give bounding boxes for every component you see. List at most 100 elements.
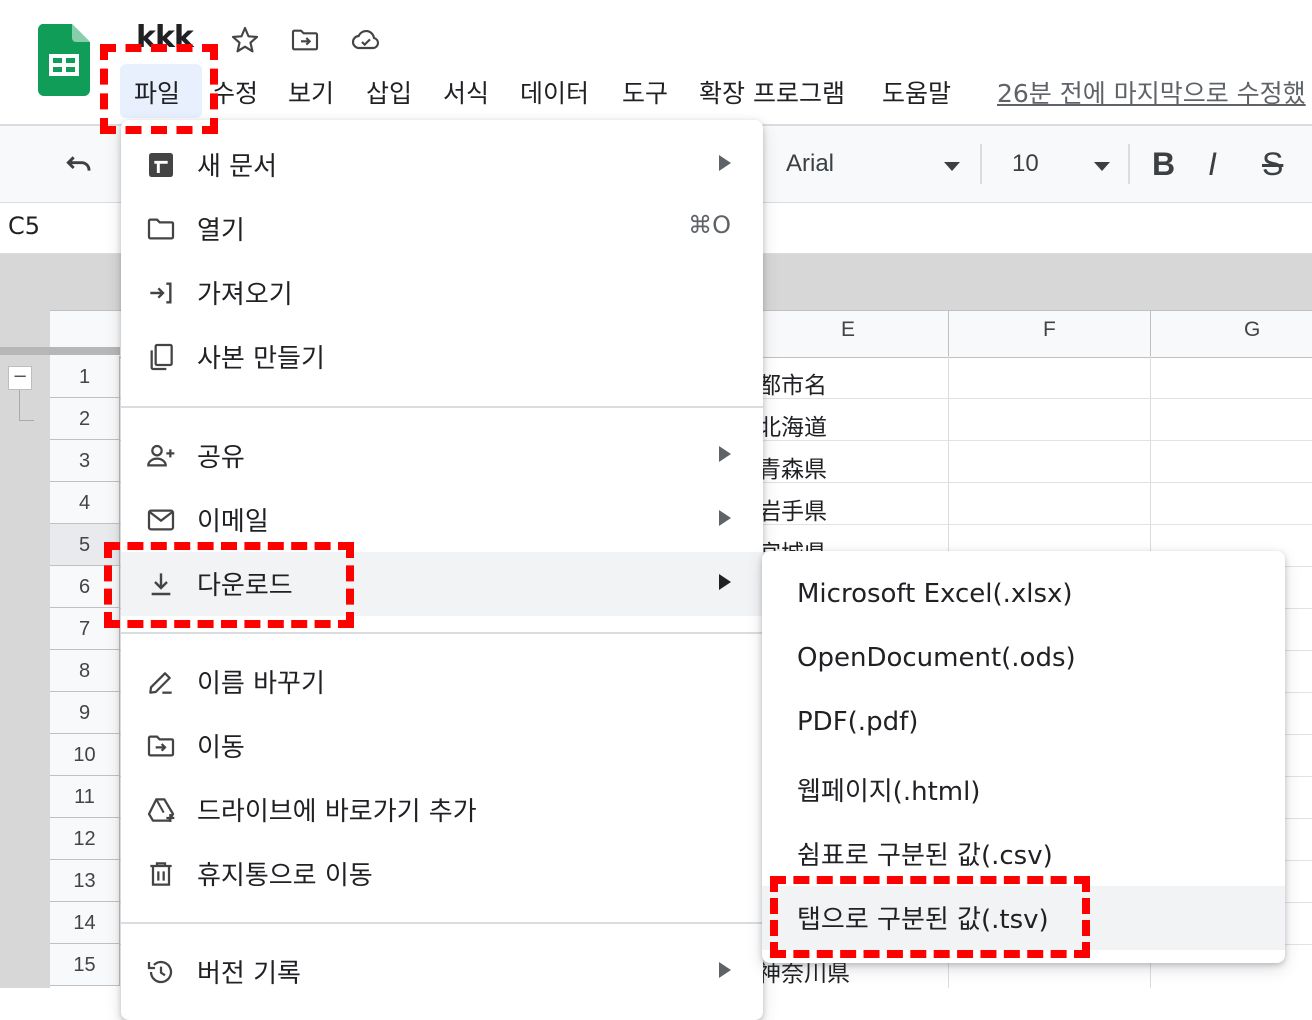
font-size-select[interactable]: 10 <box>1012 150 1039 178</box>
file-menu-label: 이름 바꾸기 <box>197 669 325 699</box>
menu-edit[interactable]: 수정 <box>212 74 258 110</box>
trash-icon <box>145 858 177 890</box>
file-menu-label: 사본 만들기 <box>197 344 325 374</box>
menu-format[interactable]: 서식 <box>443 74 489 110</box>
menu-view[interactable]: 보기 <box>288 74 334 110</box>
drive-shortcut-icon <box>145 794 177 826</box>
cell-e5[interactable]: 宮城県 <box>758 534 827 552</box>
download-option-ods[interactable]: OpenDocument(.ods) <box>762 630 1285 694</box>
row-header[interactable]: 9 <box>50 692 120 734</box>
file-menu-item-rename[interactable]: 이름 바꾸기 <box>121 650 763 714</box>
menu-separator <box>121 406 763 408</box>
menu-tools[interactable]: 도구 <box>622 74 668 110</box>
cloud-saved-icon[interactable] <box>348 24 382 56</box>
annotation-box-file-menu <box>100 44 218 134</box>
undo-icon[interactable] <box>60 148 98 184</box>
file-menu-label: 새 문서 <box>197 152 278 182</box>
column-divider <box>948 310 949 356</box>
download-option-label: 쉼표로 구분된 값(.csv) <box>797 841 1053 871</box>
menu-help[interactable]: 도움말 <box>882 74 951 110</box>
file-menu-label: 가져오기 <box>197 280 293 310</box>
download-option-label: OpenDocument(.ods) <box>797 643 1076 673</box>
column-header-g[interactable]: G <box>1244 318 1260 342</box>
submenu-arrow-icon <box>719 574 731 590</box>
download-option-label: PDF(.pdf) <box>797 707 919 737</box>
annotation-box-download <box>104 542 354 628</box>
file-menu-item-trash[interactable]: 휴지통으로 이동 <box>121 842 763 906</box>
menu-data[interactable]: 데이터 <box>520 74 589 110</box>
cell-e1[interactable]: 都市名 <box>758 366 827 400</box>
submenu-arrow-icon <box>719 962 731 978</box>
row-header[interactable]: 1 <box>50 356 120 398</box>
column-divider <box>1150 310 1151 356</box>
rename-pen-icon <box>145 666 177 698</box>
file-menu-label: 버전 기록 <box>197 959 301 989</box>
row-header[interactable]: 2 <box>50 398 120 440</box>
shortcut-text: ⌘O <box>688 211 731 239</box>
last-edit-link[interactable]: 26분 전에 마지막으로 수정했 <box>997 74 1306 110</box>
menu-insert[interactable]: 삽입 <box>366 74 412 110</box>
import-icon <box>145 277 177 309</box>
cell-e3[interactable]: 青森県 <box>758 450 827 484</box>
column-header-e[interactable]: E <box>841 318 855 342</box>
file-menu-label: 드라이브에 바로가기 추가 <box>197 797 477 827</box>
annotation-box-tsv <box>770 876 1090 958</box>
file-menu-label: 휴지통으로 이동 <box>197 861 373 891</box>
group-collapse-button[interactable]: − <box>8 366 32 390</box>
menu-extensions[interactable]: 확장 프로그램 <box>699 74 845 110</box>
italic-button[interactable]: I <box>1208 146 1217 183</box>
file-menu-label: 이동 <box>197 733 245 763</box>
file-menu-label: 이메일 <box>197 507 269 537</box>
download-option-label: 웹페이지(.html) <box>797 777 981 807</box>
bold-button[interactable]: B <box>1152 146 1175 183</box>
submenu-arrow-icon <box>719 510 731 526</box>
download-option-xlsx[interactable]: Microsoft Excel(.xlsx) <box>762 566 1285 630</box>
toolbar-separator <box>1128 144 1130 184</box>
row-header[interactable]: 11 <box>50 776 120 818</box>
file-menu-item-copy[interactable]: 사본 만들기 <box>121 325 763 389</box>
file-menu-item-import[interactable]: 가져오기 <box>121 261 763 325</box>
strikethrough-button[interactable]: S <box>1262 146 1283 183</box>
menu-separator <box>121 632 763 634</box>
folder-icon <box>145 213 177 245</box>
row-header[interactable]: 14 <box>50 902 120 944</box>
cell-e4[interactable]: 岩手県 <box>758 492 827 526</box>
cell-e2[interactable]: 北海道 <box>758 408 827 442</box>
row-header[interactable]: 10 <box>50 734 120 776</box>
font-size-dropdown-icon[interactable] <box>1094 162 1110 171</box>
file-menu-item-new[interactable]: 새 문서 <box>121 133 763 197</box>
row-header[interactable]: 13 <box>50 860 120 902</box>
file-menu-label: 공유 <box>197 443 245 473</box>
sheets-logo-icon[interactable] <box>37 24 90 96</box>
row-header[interactable]: 12 <box>50 818 120 860</box>
grid-left-gutter <box>0 254 50 988</box>
mail-icon <box>145 504 177 536</box>
row-header[interactable]: 3 <box>50 440 120 482</box>
share-person-icon <box>145 440 177 472</box>
font-family-dropdown-icon[interactable] <box>944 162 960 171</box>
new-sheet-icon <box>145 149 177 181</box>
download-option-pdf[interactable]: PDF(.pdf) <box>762 694 1285 758</box>
star-icon[interactable] <box>228 24 262 56</box>
name-box[interactable]: C5 <box>8 212 40 240</box>
column-header-f[interactable]: F <box>1043 318 1056 342</box>
font-family-select[interactable]: Arial <box>786 150 834 178</box>
file-menu-item-open[interactable]: 열기 ⌘O <box>121 197 763 261</box>
submenu-arrow-icon <box>719 155 731 171</box>
menu-separator <box>121 922 763 924</box>
download-option-label: Microsoft Excel(.xlsx) <box>797 579 1073 609</box>
file-menu-item-drive-shortcut[interactable]: 드라이브에 바로가기 추가 <box>121 778 763 842</box>
file-menu-item-move[interactable]: 이동 <box>121 714 763 778</box>
move-folder-icon[interactable] <box>288 24 322 56</box>
file-menu-label: 열기 <box>197 216 245 246</box>
freeze-handle[interactable] <box>0 347 120 355</box>
toolbar-separator <box>980 144 982 184</box>
copy-icon <box>145 341 177 373</box>
row-header[interactable]: 4 <box>50 482 120 524</box>
submenu-arrow-icon <box>719 446 731 462</box>
file-menu-item-version-history[interactable]: 버전 기록 <box>121 940 763 1004</box>
file-menu-item-share[interactable]: 공유 <box>121 424 763 488</box>
row-header[interactable]: 8 <box>50 650 120 692</box>
row-header[interactable]: 15 <box>50 944 120 986</box>
download-option-html[interactable]: 웹페이지(.html) <box>762 758 1285 822</box>
